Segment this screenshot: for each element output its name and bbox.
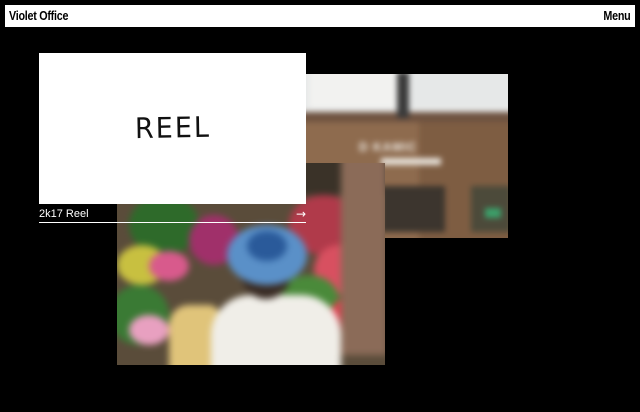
arrow-right-icon: → [295,207,306,221]
menu-button[interactable]: Menu [603,9,630,23]
site-logo[interactable]: Violet Office [9,9,68,23]
site-header: Violet Office Menu [5,5,635,27]
page: Violet Office Menu D KAMIC REEL 2k17 Ree… [0,0,640,412]
reel-link[interactable]: 2k17 Reel → [39,206,306,223]
reel-caption: 2k17 Reel [39,208,89,220]
building-sign: D KAMIC [359,140,418,154]
reel-thumbnail[interactable]: REEL [39,53,306,204]
reel-card-title: REEL [134,111,211,146]
